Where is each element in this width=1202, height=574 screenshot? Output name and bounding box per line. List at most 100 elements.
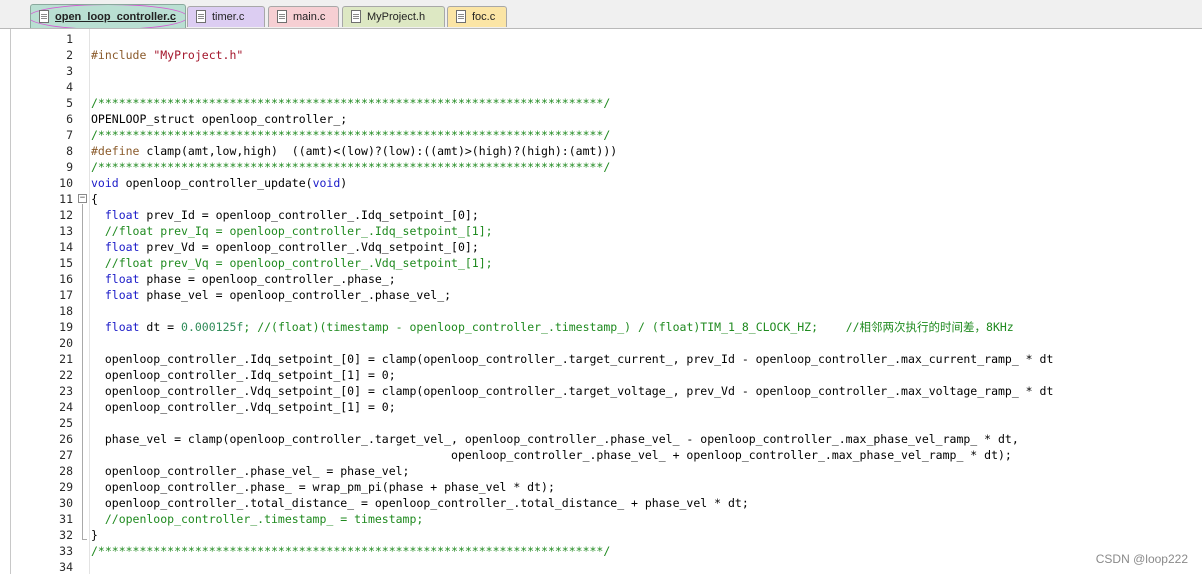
tab-main-c[interactable]: main.c xyxy=(268,6,339,27)
code-token: openloop_controller_.Vdq_setpoint_[1] = … xyxy=(91,400,396,414)
code-text[interactable]: /***************************************… xyxy=(91,543,610,559)
code-text[interactable]: /***************************************… xyxy=(91,95,610,111)
code-text[interactable]: #define clamp(amt,low,high) ((amt)<(low)… xyxy=(91,143,617,159)
code-text[interactable]: OPENLOOP_struct openloop_controller_; xyxy=(91,111,347,127)
code-token: dt = xyxy=(139,320,182,334)
line-number: 10 xyxy=(59,176,73,190)
watermark: CSDN @loop222 xyxy=(1095,552,1188,566)
code-line: 29 openloop_controller_.phase_ = wrap_pm… xyxy=(11,479,1202,495)
code-token: /***************************************… xyxy=(91,544,611,558)
tab-foc-c[interactable]: foc.c xyxy=(447,6,507,27)
code-token: void xyxy=(312,176,341,190)
code-line: 1 xyxy=(11,31,1202,47)
code-text[interactable]: openloop_controller_.phase_ = wrap_pm_pi… xyxy=(91,479,555,495)
code-text[interactable]: openloop_controller_.Vdq_setpoint_[1] = … xyxy=(91,399,396,415)
line-number: 18 xyxy=(59,304,73,318)
tab-timer-c[interactable]: timer.c xyxy=(187,6,265,27)
code-line: 23 openloop_controller_.Vdq_setpoint_[0]… xyxy=(11,383,1202,399)
line-number: 28 xyxy=(59,464,73,478)
code-text[interactable]: #include "MyProject.h" xyxy=(91,47,243,63)
code-text[interactable]: void openloop_controller_update(void) xyxy=(91,175,347,191)
code-text[interactable]: /***************************************… xyxy=(91,159,610,175)
code-line: 33 /*************************************… xyxy=(11,543,1202,559)
code-text[interactable]: float prev_Vd = openloop_controller_.Vdq… xyxy=(91,239,479,255)
code-line: 30 openloop_controller_.total_distance_ … xyxy=(11,495,1202,511)
code-token: openloop_controller_.total_distance_ = o… xyxy=(91,496,749,510)
code-text[interactable]: //float prev_Iq = openloop_controller_.I… xyxy=(91,223,493,239)
line-number: 23 xyxy=(59,384,73,398)
tab-myproject-h[interactable]: MyProject.h xyxy=(342,6,445,27)
code-text[interactable]: openloop_controller_.phase_vel_ + openlo… xyxy=(91,447,1012,463)
code-line: 10 void openloop_controller_update(void) xyxy=(11,175,1202,191)
code-token: prev_Id = openloop_controller_.Idq_setpo… xyxy=(139,208,479,222)
code-text[interactable]: float phase_vel = openloop_controller_.p… xyxy=(91,287,451,303)
code-line: 11 { xyxy=(11,191,1202,207)
code-editor[interactable]: − 1 2 #include "MyProject.h" 3 4 5/**********… xyxy=(10,29,1202,574)
code-text[interactable]: openloop_controller_.phase_vel_ = phase_… xyxy=(91,463,410,479)
code-text[interactable]: //float prev_Vq = openloop_controller_.V… xyxy=(91,255,493,271)
tab-open-loop-controller-c[interactable]: open_loop_controller.c xyxy=(30,4,186,28)
code-text[interactable]: openloop_controller_.total_distance_ = o… xyxy=(91,495,749,511)
code-line: 15 //float prev_Vq = openloop_controller… xyxy=(11,255,1202,271)
line-number: 22 xyxy=(59,368,73,382)
line-number: 7 xyxy=(66,128,73,142)
code-token: //openloop_controller_.timestamp_ = time… xyxy=(91,512,424,526)
line-number: 25 xyxy=(59,416,73,430)
code-token: phase = openloop_controller_.phase_; xyxy=(139,272,396,286)
code-line: 25 xyxy=(11,415,1202,431)
line-number: 30 xyxy=(59,496,73,510)
code-token: openloop_controller_.Vdq_setpoint_[0] = … xyxy=(91,384,1054,398)
code-line: 14 float prev_Vd = openloop_controller_.… xyxy=(11,239,1202,255)
code-token: //float prev_Iq = openloop_controller_.I… xyxy=(91,224,493,238)
code-token: float xyxy=(104,320,140,334)
code-text[interactable]: openloop_controller_.Idq_setpoint_[0] = … xyxy=(91,351,1054,367)
code-token: openloop_controller_update( xyxy=(118,176,313,190)
code-text[interactable]: float dt = 0.000125f; //(float)(timestam… xyxy=(91,319,1014,335)
code-token: OPENLOOP_struct openloop_controller_; xyxy=(91,112,348,126)
code-token: ) xyxy=(340,176,348,190)
code-line: 19 float dt = 0.000125f; //(float)(times… xyxy=(11,319,1202,335)
code-line: 27 openloop_controller_.phase_vel_ + ope… xyxy=(11,447,1202,463)
code-token: openloop_controller_.Idq_setpoint_[1] = … xyxy=(91,368,396,382)
code-line: 24 openloop_controller_.Vdq_setpoint_[1]… xyxy=(11,399,1202,415)
code-text[interactable]: phase_vel = clamp(openloop_controller_.t… xyxy=(91,431,1019,447)
line-number: 4 xyxy=(66,80,73,94)
code-line: 7 /**************************************… xyxy=(11,127,1202,143)
code-token: 0.000125f xyxy=(181,320,244,334)
code-token: //float prev_Vq = openloop_controller_.V… xyxy=(91,256,493,270)
code-token: #define xyxy=(91,144,147,158)
code-token: openloop_controller_.phase_ = wrap_pm_pi… xyxy=(91,480,555,494)
code-token: "MyProject.h" xyxy=(153,48,244,62)
code-line: 3 xyxy=(11,63,1202,79)
code-text[interactable]: { xyxy=(91,191,98,207)
line-number: 24 xyxy=(59,400,73,414)
code-token: { xyxy=(91,192,98,206)
code-token: openloop_controller_.Idq_setpoint_[0] = … xyxy=(91,352,1054,366)
code-token: openloop_controller_.phase_vel_ + openlo… xyxy=(91,448,1012,462)
line-number: 16 xyxy=(59,272,73,286)
code-text[interactable]: } xyxy=(91,527,98,543)
line-number: 17 xyxy=(59,288,73,302)
tab-label: open_loop_controller.c xyxy=(55,11,177,23)
tab-label: timer.c xyxy=(212,11,245,23)
code-token: /***************************************… xyxy=(91,96,611,110)
code-text[interactable]: float phase = openloop_controller_.phase… xyxy=(91,271,396,287)
code-token: void xyxy=(91,176,119,190)
code-text[interactable]: /***************************************… xyxy=(91,127,610,143)
code-line: 8 #define clamp(amt,low,high) ((amt)<(low… xyxy=(11,143,1202,159)
code-line: 32} xyxy=(11,527,1202,543)
code-token: ; //(float)(timestamp - openloop_control… xyxy=(243,320,1014,334)
line-number: 12 xyxy=(59,208,73,222)
line-number: 3 xyxy=(66,64,73,78)
code-text[interactable]: openloop_controller_.Vdq_setpoint_[0] = … xyxy=(91,383,1054,399)
code-token: phase_vel = openloop_controller_.phase_v… xyxy=(139,288,452,302)
code-line: 31 //openloop_controller_.timestamp_ = t… xyxy=(11,511,1202,527)
code-token: float xyxy=(104,288,140,302)
code-text[interactable]: float prev_Id = openloop_controller_.Idq… xyxy=(91,207,479,223)
code-text[interactable]: //openloop_controller_.timestamp_ = time… xyxy=(91,511,424,527)
code-token: clamp(amt,low,high) ((amt)<(low)?(low):(… xyxy=(146,144,618,158)
code-token: } xyxy=(91,528,98,542)
code-text[interactable]: openloop_controller_.Idq_setpoint_[1] = … xyxy=(91,367,396,383)
